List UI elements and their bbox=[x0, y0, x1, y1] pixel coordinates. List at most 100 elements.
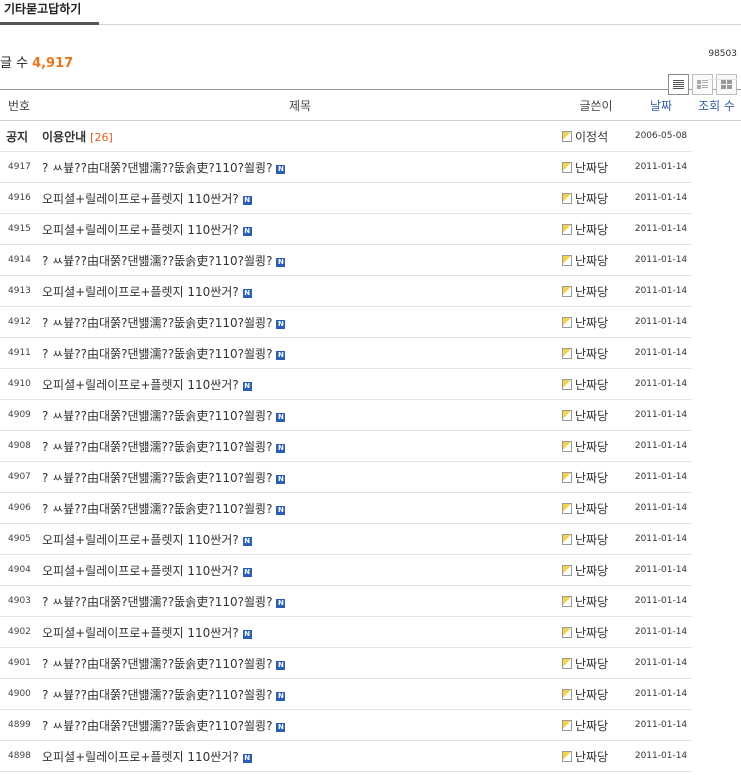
post-title-link[interactable]: ? ㅆ븊??由대쭑?댄뱶濡??뚮솕吏?110?쐴쾽? bbox=[42, 440, 272, 454]
notice-author-name[interactable]: 이정석 bbox=[575, 130, 608, 144]
post-number: 4909 bbox=[0, 399, 38, 431]
list-view-button[interactable] bbox=[668, 74, 689, 95]
post-author[interactable]: 난짜당 bbox=[562, 399, 630, 431]
post-author[interactable]: 난짜당 bbox=[562, 554, 630, 586]
post-author-name[interactable]: 난짜당 bbox=[575, 192, 608, 206]
post-author[interactable]: 난짜당 bbox=[562, 244, 630, 276]
post-title-link[interactable]: 오피셜+릴레이프로+플렛지 110싼거? bbox=[42, 223, 239, 237]
post-author[interactable]: 난짜당 bbox=[562, 647, 630, 679]
post-date: 2011-01-14 bbox=[630, 709, 692, 741]
post-author[interactable]: 난짜당 bbox=[562, 306, 630, 338]
post-author-name[interactable]: 난짜당 bbox=[575, 378, 608, 392]
post-date: 2011-01-14 bbox=[630, 368, 692, 400]
post-author[interactable]: 난짜당 bbox=[562, 585, 630, 617]
post-author-name[interactable]: 난짜당 bbox=[575, 688, 608, 702]
post-author-name[interactable]: 난짜당 bbox=[575, 502, 608, 516]
post-author-name[interactable]: 난짜당 bbox=[575, 626, 608, 640]
post-author-name[interactable]: 난짜당 bbox=[575, 719, 608, 733]
table-row: 4901 ? ㅆ븊??由대쭑?댄뱶濡??뚮솕吏?110?쐴쾽? N 난짜당 201… bbox=[0, 647, 741, 679]
post-number: 4902 bbox=[0, 616, 38, 648]
post-author[interactable]: 난짜당 bbox=[562, 492, 630, 524]
post-title-link[interactable]: 오피셜+릴레이프로+플렛지 110싼거? bbox=[42, 192, 239, 206]
post-author[interactable]: 난짜당 bbox=[562, 275, 630, 307]
post-author-name[interactable]: 난짜당 bbox=[575, 440, 608, 454]
post-title-link[interactable]: ? ㅆ븊??由대쭑?댄뱶濡??뚮솕吏?110?쐴쾽? bbox=[42, 502, 272, 516]
table-row: 4904 오피셜+릴레이프로+플렛지 110싼거? N 난짜당 2011-01-1… bbox=[0, 554, 741, 586]
post-author-name[interactable]: 난짜당 bbox=[575, 223, 608, 237]
post-title-link[interactable]: ? ㅆ븊??由대쭑?댄뱶濡??뚮솕吏?110?쐴쾽? bbox=[42, 719, 272, 733]
post-date: 2011-01-14 bbox=[630, 213, 692, 245]
post-author[interactable]: 난짜당 bbox=[562, 368, 630, 400]
post-number: 4898 bbox=[0, 740, 38, 772]
table-row: 4902 오피셜+릴레이프로+플렛지 110싼거? N 난짜당 2011-01-1… bbox=[0, 616, 741, 648]
post-author-name[interactable]: 난짜당 bbox=[575, 161, 608, 175]
post-author[interactable]: 난짜당 bbox=[562, 182, 630, 214]
tab-board-title[interactable]: 기타묻고답하기 bbox=[0, 0, 100, 25]
post-count: 글 수 4,917 bbox=[0, 52, 73, 71]
post-title-link[interactable]: ? ㅆ븊??由대쭑?댄뱶濡??뚮솕吏?110?쐴쾽? bbox=[42, 471, 272, 485]
post-number: 4905 bbox=[0, 523, 38, 555]
post-title-link[interactable]: ? ㅆ븊??由대쭑?댄뱶濡??뚮솕吏?110?쐴쾽? bbox=[42, 347, 272, 361]
member-icon bbox=[562, 161, 572, 173]
post-number: 4917 bbox=[0, 151, 38, 183]
post-author-name[interactable]: 난짜당 bbox=[575, 533, 608, 547]
notice-row: 공지 이용안내 [26] 이정석 2006-05-08 98503 bbox=[0, 49, 741, 152]
post-title-link[interactable]: ? ㅆ븊??由대쭑?댄뱶濡??뚮솕吏?110?쐴쾽? bbox=[42, 161, 272, 175]
post-title-cell: ? ㅆ븊??由대쭑?댄뱶濡??뚮솕吏?110?쐴쾽? N bbox=[38, 306, 562, 338]
new-post-badge: N bbox=[276, 164, 286, 174]
notice-author[interactable]: 이정석 bbox=[562, 120, 630, 152]
table-row: 4900 ? ㅆ븊??由대쭑?댄뱶濡??뚮솕吏?110?쐴쾽? N 난짜당 201… bbox=[0, 678, 741, 710]
post-author[interactable]: 난짜당 bbox=[562, 213, 630, 245]
post-title-link[interactable]: ? ㅆ븊??由대쭑?댄뱶濡??뚮솕吏?110?쐴쾽? bbox=[42, 688, 272, 702]
post-author-name[interactable]: 난짜당 bbox=[575, 409, 608, 423]
table-row: 4917 ? ㅆ븊??由대쭑?댄뱶濡??뚮솕吏?110?쐴쾽? N 난짜당 201… bbox=[0, 151, 741, 183]
post-title-link[interactable]: ? ㅆ븊??由대쭑?댄뱶濡??뚮솕吏?110?쐴쾽? bbox=[42, 316, 272, 330]
member-icon bbox=[562, 564, 572, 576]
post-title-link[interactable]: 오피셜+릴레이프로+플렛지 110싼거? bbox=[42, 626, 239, 640]
member-icon bbox=[562, 626, 572, 638]
post-title-link[interactable]: 오피셜+릴레이프로+플렛지 110싼거? bbox=[42, 285, 239, 299]
post-title-link[interactable]: ? ㅆ븊??由대쭑?댄뱶濡??뚮솕吏?110?쐴쾽? bbox=[42, 657, 272, 671]
post-title-link[interactable]: 오피셜+릴레이프로+플렛지 110싼거? bbox=[42, 533, 239, 547]
post-author-name[interactable]: 난짜당 bbox=[575, 471, 608, 485]
post-author[interactable]: 난짜당 bbox=[562, 709, 630, 741]
post-author[interactable]: 난짜당 bbox=[562, 678, 630, 710]
post-author-name[interactable]: 난짜당 bbox=[575, 564, 608, 578]
post-author[interactable]: 난짜당 bbox=[562, 616, 630, 648]
member-icon bbox=[562, 347, 572, 359]
post-date: 2011-01-14 bbox=[630, 492, 692, 524]
post-title-cell: ? ㅆ븊??由대쭑?댄뱶濡??뚮솕吏?110?쐴쾽? N bbox=[38, 585, 562, 617]
post-date: 2011-01-14 bbox=[630, 616, 692, 648]
post-title-cell: ? ㅆ븊??由대쭑?댄뱶濡??뚮솕吏?110?쐴쾽? N bbox=[38, 244, 562, 276]
post-number: 4916 bbox=[0, 182, 38, 214]
table-row: 4914 ? ㅆ븊??由대쭑?댄뱶濡??뚮솕吏?110?쐴쾽? N 난짜당 201… bbox=[0, 244, 741, 276]
post-author[interactable]: 난짜당 bbox=[562, 461, 630, 493]
post-author-name[interactable]: 난짜당 bbox=[575, 254, 608, 268]
post-title-link[interactable]: 오피셜+릴레이프로+플렛지 110싼거? bbox=[42, 564, 239, 578]
column-header-author: 글쓴이 bbox=[562, 90, 630, 121]
post-author-name[interactable]: 난짜당 bbox=[575, 657, 608, 671]
post-title-link[interactable]: 오피셜+릴레이프로+플렛지 110싼거? bbox=[42, 750, 239, 764]
post-author-name[interactable]: 난짜당 bbox=[575, 316, 608, 330]
member-icon bbox=[562, 688, 572, 700]
post-author-name[interactable]: 난짜당 bbox=[575, 750, 608, 764]
post-author-name[interactable]: 난짜당 bbox=[575, 595, 608, 609]
post-title-link[interactable]: 오피셜+릴레이프로+플렛지 110싼거? bbox=[42, 378, 239, 392]
notice-title-link[interactable]: 이용안내 bbox=[42, 130, 86, 144]
table-row: 4898 오피셜+릴레이프로+플렛지 110싼거? N 난짜당 2011-01-1… bbox=[0, 740, 741, 772]
post-author[interactable]: 난짜당 bbox=[562, 430, 630, 462]
notice-comment-count[interactable]: [26] bbox=[90, 131, 113, 144]
notice-date: 2006-05-08 bbox=[630, 120, 692, 152]
post-author[interactable]: 난짜당 bbox=[562, 740, 630, 772]
post-author[interactable]: 난짜당 bbox=[562, 151, 630, 183]
post-author[interactable]: 난짜당 bbox=[562, 337, 630, 369]
post-author-name[interactable]: 난짜당 bbox=[575, 347, 608, 361]
post-author-name[interactable]: 난짜당 bbox=[575, 285, 608, 299]
post-title-link[interactable]: ? ㅆ븊??由대쭑?댄뱶濡??뚮솕吏?110?쐴쾽? bbox=[42, 595, 272, 609]
post-title-cell: ? ㅆ븊??由대쭑?댄뱶濡??뚮솕吏?110?쐴쾽? N bbox=[38, 492, 562, 524]
post-author[interactable]: 난짜당 bbox=[562, 523, 630, 555]
post-title-link[interactable]: ? ㅆ븊??由대쭑?댄뱶濡??뚮솕吏?110?쐴쾽? bbox=[42, 254, 272, 268]
member-icon bbox=[562, 130, 572, 142]
member-icon bbox=[562, 657, 572, 669]
post-title-link[interactable]: ? ㅆ븊??由대쭑?댄뱶濡??뚮솕吏?110?쐴쾽? bbox=[42, 409, 272, 423]
